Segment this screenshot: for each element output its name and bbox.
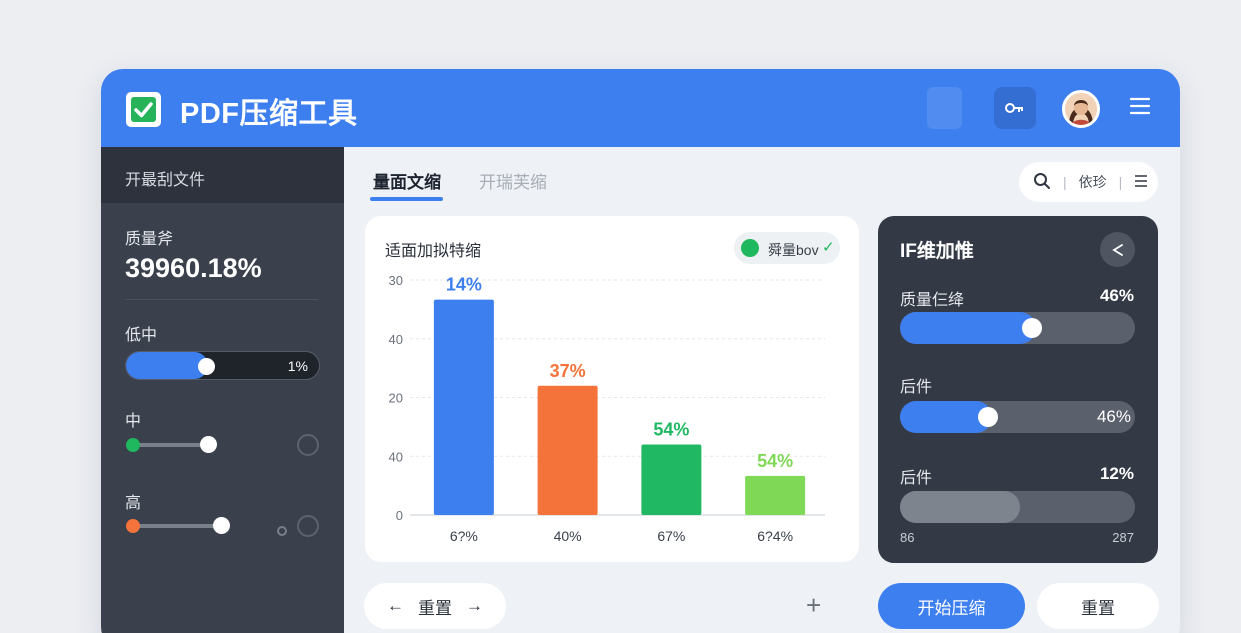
slider-knob[interactable] <box>1022 318 1042 338</box>
sidebar: 开最刮文件 质量斧 39960.18% 低中 1% 中 高 <box>101 147 344 633</box>
menu-icon[interactable] <box>1129 96 1151 120</box>
bar <box>537 385 598 515</box>
start-compress-button[interactable]: 开始压缩 <box>878 583 1025 629</box>
slider-fill <box>126 352 208 379</box>
slider-fill <box>900 491 1020 523</box>
orange-dot-icon <box>126 519 140 533</box>
left-arrow-icon[interactable]: ← <box>387 596 404 616</box>
setting-label: 后件 <box>900 379 933 396</box>
app-title: PDF压缩工具 <box>180 98 358 130</box>
reset-nav-button[interactable]: ← 重置 → <box>364 583 506 629</box>
y-tick-label: 40 <box>389 449 403 464</box>
bar-value-label: 54% <box>653 420 689 440</box>
low-quality-slider[interactable]: 1% <box>125 351 320 380</box>
search-toolbar[interactable]: | 依珍 | <box>1019 162 1158 202</box>
slider-value: 1% <box>287 358 308 374</box>
y-tick-label: 20 <box>389 391 403 406</box>
setting-slider[interactable] <box>900 491 1135 523</box>
divider <box>125 299 318 300</box>
high-label: 高 <box>125 495 142 512</box>
title-bar: PDF压缩工具 <box>101 69 1180 147</box>
list-icon[interactable] <box>1134 174 1148 191</box>
x-tick-label: 67% <box>657 528 685 544</box>
quality-label: 质量斧 <box>125 231 174 248</box>
toolbar-square-button[interactable] <box>927 87 962 129</box>
bar-value-label: 54% <box>757 451 793 471</box>
x-tick-label: 40% <box>554 528 582 544</box>
y-tick-label: 30 <box>389 273 403 288</box>
app-window: PDF压缩工具 开最刮文件 质量斧 39960.18% 低中 1% 中 高 量面… <box>101 69 1180 633</box>
bar <box>433 299 494 515</box>
search-text[interactable]: 依珍 <box>1079 172 1107 192</box>
low-label: 低中 <box>125 327 158 344</box>
settings-card: IF维加惟 质量仨绛 46% 后件 46% 后件 12% 86 287 <box>878 216 1158 563</box>
tab-inactive[interactable]: 开瑞芙缩 <box>479 168 547 193</box>
reset-nav-label: 重置 <box>418 598 452 618</box>
right-arrow-icon[interactable]: → <box>466 596 483 616</box>
slider-value: 46% <box>1096 407 1131 426</box>
high-slider-track[interactable] <box>133 524 221 528</box>
mid-label: 中 <box>125 413 142 430</box>
chart-card: 适面加拟特缩 舜量bov ✓ 0 40 20 40 30 14% 6?% 37% 40% 54% 6… <box>365 216 859 562</box>
bar-chart: 0 40 20 40 30 14% 6?% 37% 40% 54% 67% 54% 6?4% <box>389 273 825 544</box>
bar-value-label: 14% <box>446 275 482 295</box>
open-file-button[interactable]: 开最刮文件 <box>101 147 344 203</box>
small-ring-icon <box>277 526 287 536</box>
separator: | <box>1063 174 1067 190</box>
logo-icon <box>126 92 161 127</box>
slider-knob[interactable] <box>198 358 215 375</box>
tab-underline <box>370 197 443 201</box>
green-dot-icon <box>126 438 140 452</box>
high-slider-knob[interactable] <box>213 517 230 534</box>
setting-slider[interactable] <box>900 312 1135 344</box>
mid-radio[interactable] <box>297 434 319 456</box>
search-icon[interactable] <box>1033 172 1051 193</box>
separator: | <box>1118 174 1123 190</box>
key-icon[interactable] <box>994 87 1036 129</box>
setting-slider[interactable]: 46% <box>900 401 1135 433</box>
x-tick-label: 6?% <box>450 528 478 544</box>
tab-active[interactable]: 量面文缩 <box>373 168 441 193</box>
range-min: 86 <box>900 530 915 545</box>
setting-label: 质量仨绛 <box>900 292 965 309</box>
bar <box>641 444 702 515</box>
slider-knob[interactable] <box>978 407 998 427</box>
x-tick-label: 6?4% <box>757 528 793 544</box>
range-max: 287 <box>1112 530 1134 545</box>
settings-title: IF维加惟 <box>900 241 974 262</box>
add-icon[interactable]: + <box>806 592 821 618</box>
reset-button[interactable]: 重置 <box>1037 583 1159 629</box>
bar <box>745 475 806 515</box>
share-icon[interactable] <box>1100 232 1135 267</box>
quality-value: 39960.18% <box>125 253 262 283</box>
y-tick-label: 40 <box>389 332 403 347</box>
setting-label: 后件 <box>900 470 933 487</box>
mid-slider-track[interactable] <box>133 443 208 447</box>
slider-fill <box>900 312 1036 344</box>
setting-value: 12% <box>1099 464 1134 483</box>
bar-value-label: 37% <box>550 361 586 381</box>
y-tick-label: 0 <box>396 508 403 523</box>
avatar[interactable] <box>1062 90 1100 128</box>
mid-slider-knob[interactable] <box>200 436 217 453</box>
setting-value: 46% <box>1099 286 1134 305</box>
high-radio[interactable] <box>297 515 319 537</box>
